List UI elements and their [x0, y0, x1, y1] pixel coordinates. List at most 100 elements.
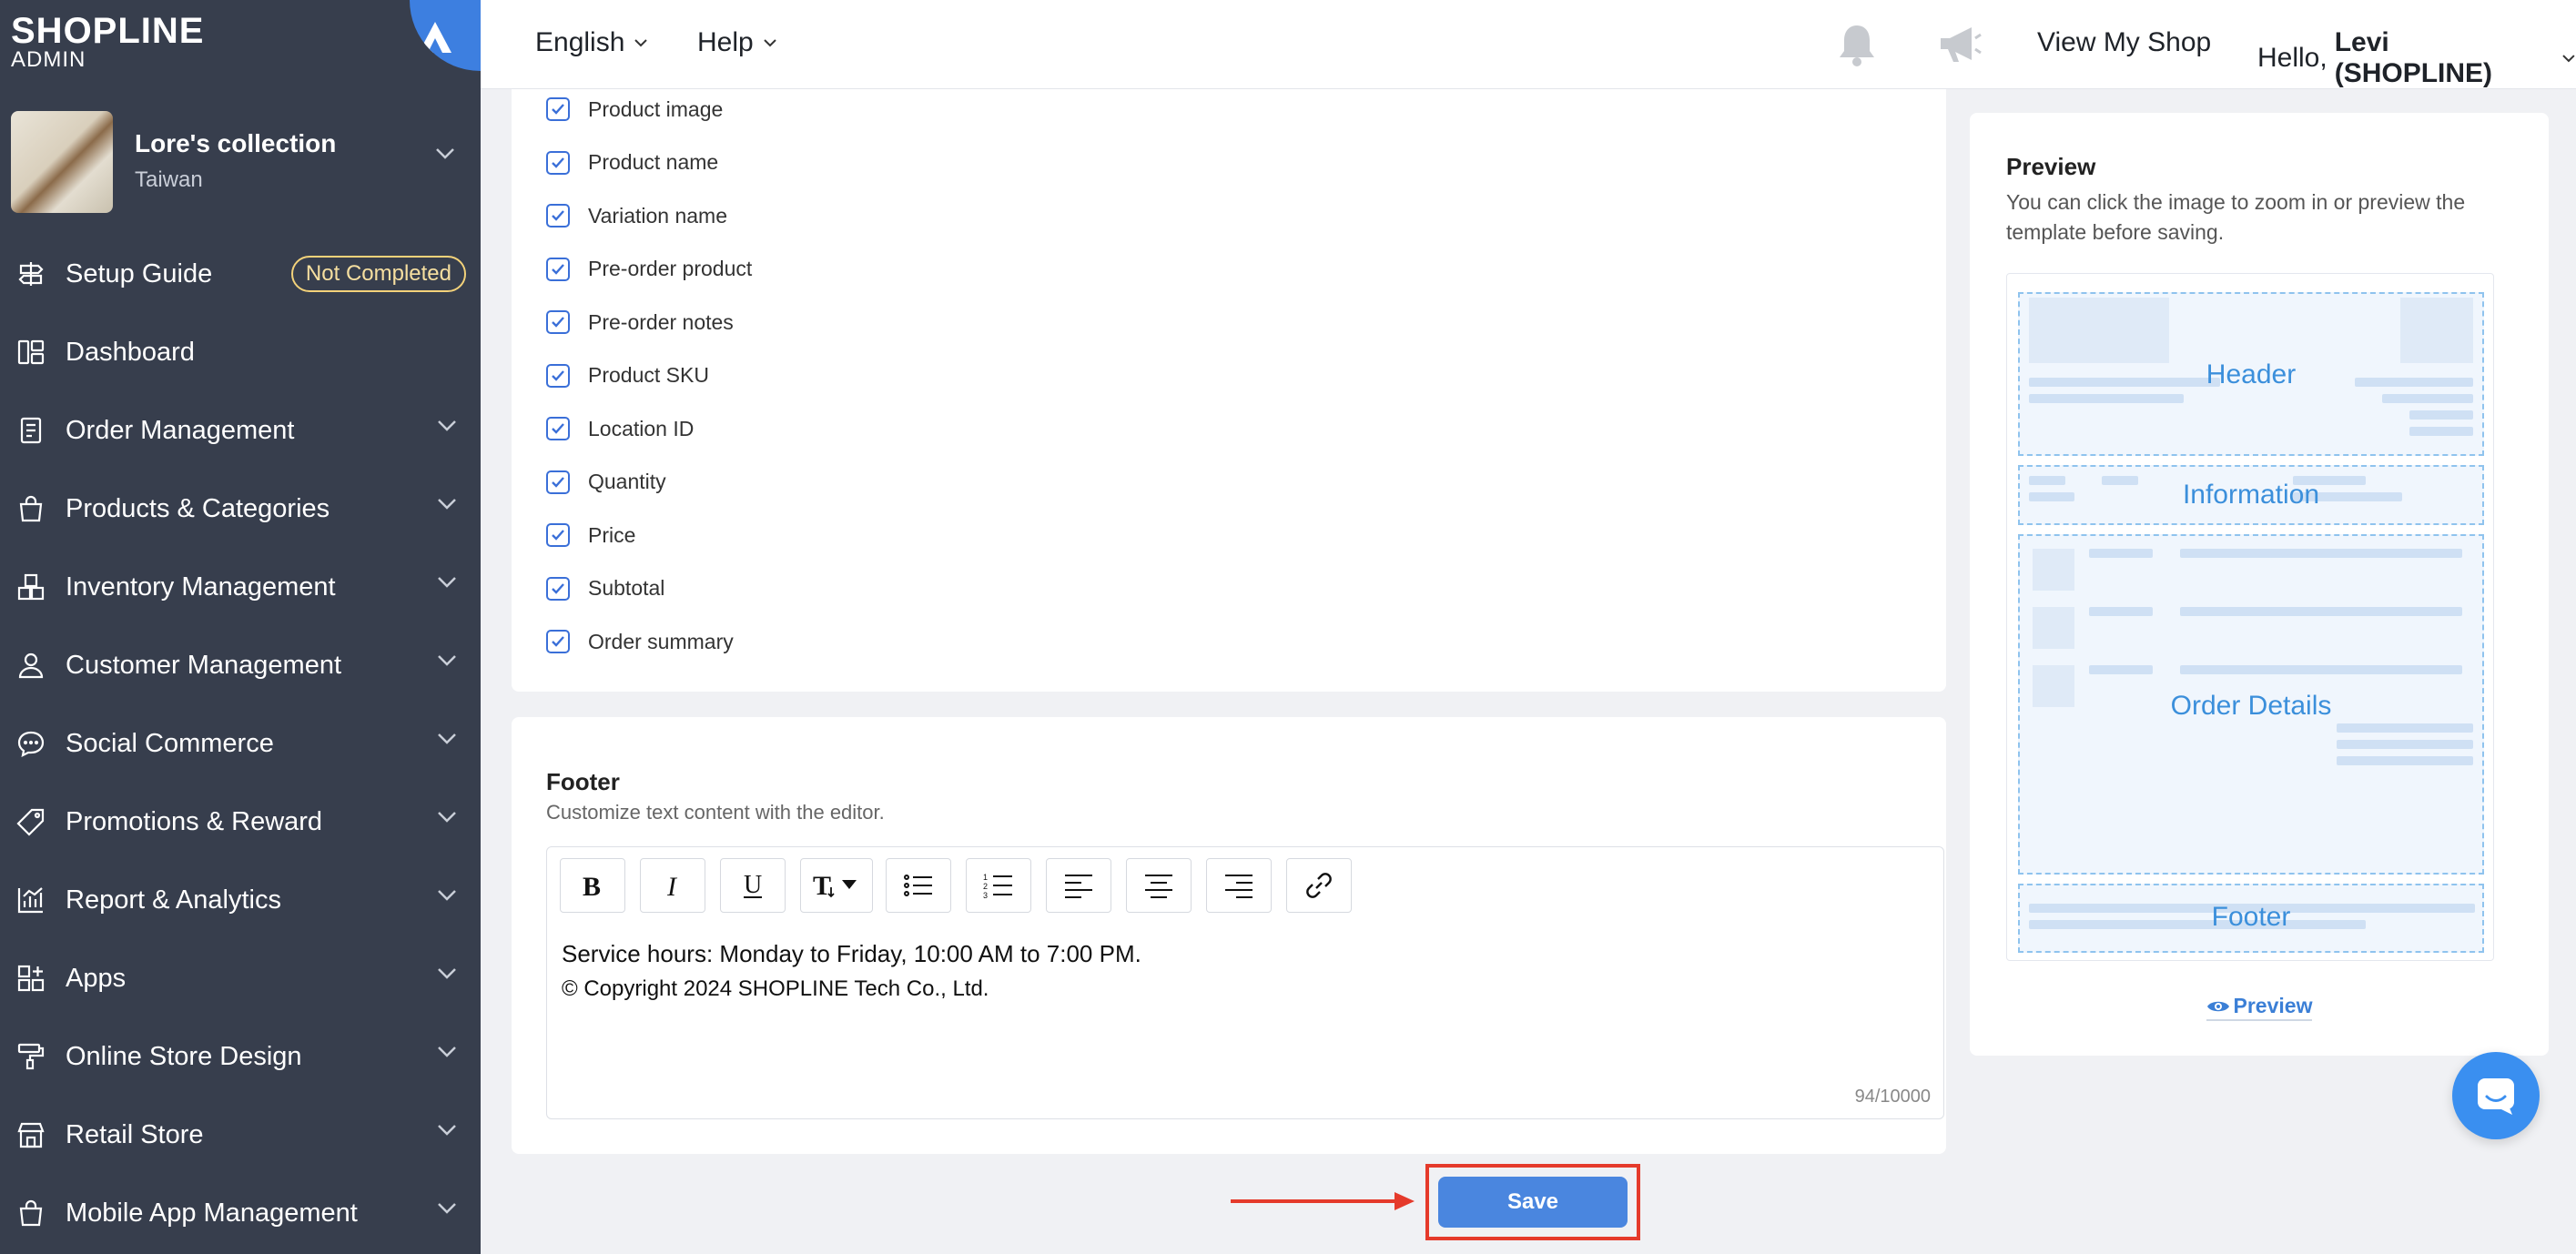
align-left-icon: [1065, 875, 1092, 898]
checkbox-checked-icon[interactable]: [546, 310, 570, 334]
sidebar-item-setup-guide[interactable]: Setup Guide Not Completed: [0, 235, 481, 313]
dashboard-icon: [15, 336, 47, 369]
checkbox-checked-icon[interactable]: [546, 97, 570, 121]
align-left-button[interactable]: [1046, 858, 1111, 913]
align-center-button[interactable]: [1126, 858, 1192, 913]
app-switcher-icon[interactable]: [410, 0, 481, 71]
view-my-shop-link[interactable]: View My Shop: [2037, 27, 2211, 58]
character-counter: 94/10000: [1854, 1087, 1931, 1107]
field-checkbox-label: Product name: [588, 150, 719, 174]
link-button[interactable]: [1286, 858, 1352, 913]
help-menu[interactable]: Help: [697, 27, 777, 58]
person-icon: [15, 649, 47, 682]
field-checkbox-label: Quantity: [588, 470, 666, 493]
numbered-list-icon: 123: [983, 873, 1012, 899]
sidebar-item-apps[interactable]: Apps: [0, 939, 481, 1017]
logo-text: SHOPLINE: [11, 11, 205, 51]
field-checkbox-row[interactable]: Pre-order product: [546, 251, 752, 288]
field-checkbox-row[interactable]: Location ID: [546, 410, 694, 447]
numbered-list-button[interactable]: 123: [966, 858, 1031, 913]
preview-link-inner: Preview: [2206, 994, 2313, 1021]
arrow-annotation-icon: [1231, 1192, 1415, 1210]
svg-text:2: 2: [983, 882, 988, 891]
sidebar-item-label: Social Commerce: [66, 728, 274, 758]
sidebar-item-label: Inventory Management: [66, 571, 336, 602]
chevron-down-icon: [438, 420, 456, 431]
checkbox-checked-icon[interactable]: [546, 204, 570, 228]
sidebar-item-mobile-app-management[interactable]: Mobile App Management: [0, 1174, 481, 1252]
sidebar-item-online-store-design[interactable]: Online Store Design: [0, 1017, 481, 1096]
bell-icon[interactable]: [1835, 22, 1879, 67]
footer-title: Footer: [546, 768, 620, 795]
logo[interactable]: SHOPLINE ADMIN: [0, 0, 481, 91]
product-thumb-icon: [2033, 549, 2074, 591]
link-icon: [1306, 873, 1332, 898]
field-checkbox-row[interactable]: Pre-order notes: [546, 304, 734, 340]
checkbox-checked-icon[interactable]: [546, 630, 570, 653]
sidebar-item-label: Retail Store: [66, 1119, 204, 1149]
chevron-down-icon: [436, 148, 454, 159]
underline-button[interactable]: U: [720, 858, 786, 913]
sidebar-item-customer-management[interactable]: Customer Management: [0, 626, 481, 704]
svg-text:3: 3: [983, 891, 988, 899]
sidebar-item-inventory-management[interactable]: Inventory Management: [0, 548, 481, 626]
chevron-down-icon: [438, 890, 456, 901]
preview-link[interactable]: Preview: [1970, 994, 2549, 1021]
chat-support-icon[interactable]: [2452, 1052, 2540, 1139]
sidebar-item-dashboard[interactable]: Dashboard: [0, 313, 481, 391]
sidebar-item-label: Online Store Design: [66, 1041, 302, 1071]
bag-icon: [15, 492, 47, 525]
svg-text:U: U: [744, 871, 762, 899]
product-thumb-icon: [2033, 607, 2074, 649]
template-thumbnail[interactable]: Header Information Order Details Footer: [2006, 273, 2494, 961]
sidebar-item-label: Order Management: [66, 415, 295, 445]
footer-card: Footer Customize text content with the e…: [512, 717, 1946, 1154]
sidebar-item-products-categories[interactable]: Products & Categories: [0, 470, 481, 548]
field-checkbox-row[interactable]: Product image: [546, 91, 723, 127]
bullet-list-icon: [904, 875, 932, 896]
rich-text-editor[interactable]: B I U T 123 Service hours: Monday to Fri…: [546, 846, 1944, 1119]
sidebar-item-report-analytics[interactable]: Report & Analytics: [0, 861, 481, 939]
sidebar-item-promotions-reward[interactable]: Promotions & Reward: [0, 783, 481, 861]
information-zone: Information: [2018, 465, 2484, 525]
fields-card: Product image Product name Variation name P…: [512, 89, 1946, 692]
checkbox-checked-icon[interactable]: [546, 257, 570, 281]
save-button[interactable]: Save: [1438, 1177, 1628, 1228]
sidebar-item-social-commerce[interactable]: Social Commerce: [0, 704, 481, 783]
italic-button[interactable]: I: [640, 858, 705, 913]
svg-text:T: T: [813, 871, 831, 900]
greeting: Hello,: [2257, 43, 2328, 73]
chevron-down-icon: [634, 39, 648, 47]
checkbox-checked-icon[interactable]: [546, 417, 570, 440]
sidebar-item-label: Apps: [66, 963, 127, 993]
user-name: Levi (SHOPLINE): [2334, 27, 2493, 88]
field-checkbox-row[interactable]: Price: [546, 517, 635, 553]
field-checkbox-row[interactable]: Product name: [546, 145, 718, 181]
language-selector[interactable]: English: [535, 27, 648, 58]
user-menu[interactable]: Hello, Levi (SHOPLINE): [2257, 27, 2576, 89]
field-checkbox-row[interactable]: Quantity: [546, 464, 666, 501]
header-zone: Header: [2018, 292, 2484, 456]
sidebar-item-order-management[interactable]: Order Management: [0, 391, 481, 470]
chevron-down-icon: [438, 655, 456, 666]
status-badge: Not Completed: [290, 256, 466, 292]
megaphone-icon[interactable]: [1935, 22, 1983, 67]
checkbox-checked-icon[interactable]: [546, 363, 570, 388]
store-switcher[interactable]: Lore's collection Taiwan: [11, 109, 470, 217]
chevron-down-icon: [2562, 55, 2575, 63]
checkbox-checked-icon[interactable]: [546, 523, 570, 547]
field-checkbox-row[interactable]: Product SKU: [546, 358, 709, 394]
font-size-button[interactable]: T: [800, 858, 873, 913]
checkbox-checked-icon[interactable]: [546, 150, 570, 175]
bold-button[interactable]: B: [560, 858, 625, 913]
align-right-button[interactable]: [1206, 858, 1272, 913]
checkbox-checked-icon[interactable]: [546, 470, 570, 494]
sidebar-item-retail-store[interactable]: Retail Store: [0, 1096, 481, 1174]
checkbox-checked-icon[interactable]: [546, 576, 570, 601]
information-zone-label: Information: [2182, 480, 2320, 510]
field-checkbox-row[interactable]: Subtotal: [546, 571, 664, 607]
field-checkbox-row[interactable]: Variation name: [546, 197, 727, 234]
bullet-list-button[interactable]: [886, 858, 951, 913]
editor-line-1: Service hours: Monday to Friday, 10:00 A…: [562, 940, 1141, 967]
field-checkbox-row[interactable]: Order summary: [546, 623, 734, 660]
